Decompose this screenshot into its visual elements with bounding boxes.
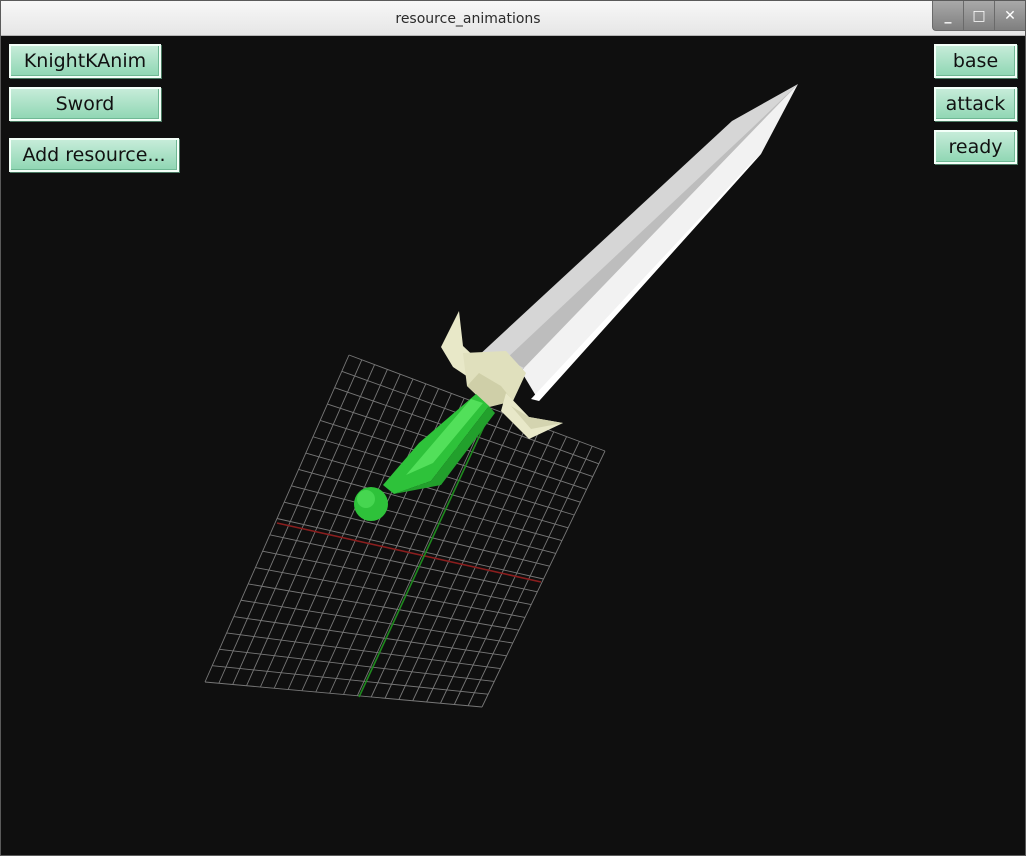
maximize-button[interactable]: □	[963, 1, 994, 31]
minimize-button[interactable]: _	[932, 1, 963, 31]
resource-button-knightkanim[interactable]: KnightKAnim	[9, 44, 161, 78]
grid-line	[467, 446, 593, 706]
title-bar: resource_animations _ □ ✕	[1, 1, 1025, 36]
animation-button-attack[interactable]: attack	[934, 87, 1017, 121]
window-title: resource_animations	[395, 11, 541, 27]
blade-ridge	[506, 84, 798, 369]
ground-grid	[204, 354, 606, 708]
pommel-highlight	[357, 490, 375, 508]
grid-line	[212, 665, 489, 695]
blade-left-face	[477, 84, 798, 371]
grid-line	[481, 450, 606, 708]
app-window: resource_animations _ □ ✕	[0, 0, 1026, 856]
add-resource-button[interactable]: Add resource...	[9, 138, 179, 172]
window-controls: _ □ ✕	[932, 1, 1025, 31]
blade-right-face	[521, 84, 798, 401]
close-button[interactable]: ✕	[994, 1, 1025, 31]
grid-line	[219, 648, 495, 682]
grid-line	[226, 632, 501, 670]
grid-line	[204, 681, 483, 708]
resource-button-sword[interactable]: Sword	[9, 87, 161, 121]
animation-button-base[interactable]: base	[934, 44, 1017, 78]
animation-button-ready[interactable]: ready	[934, 130, 1017, 164]
